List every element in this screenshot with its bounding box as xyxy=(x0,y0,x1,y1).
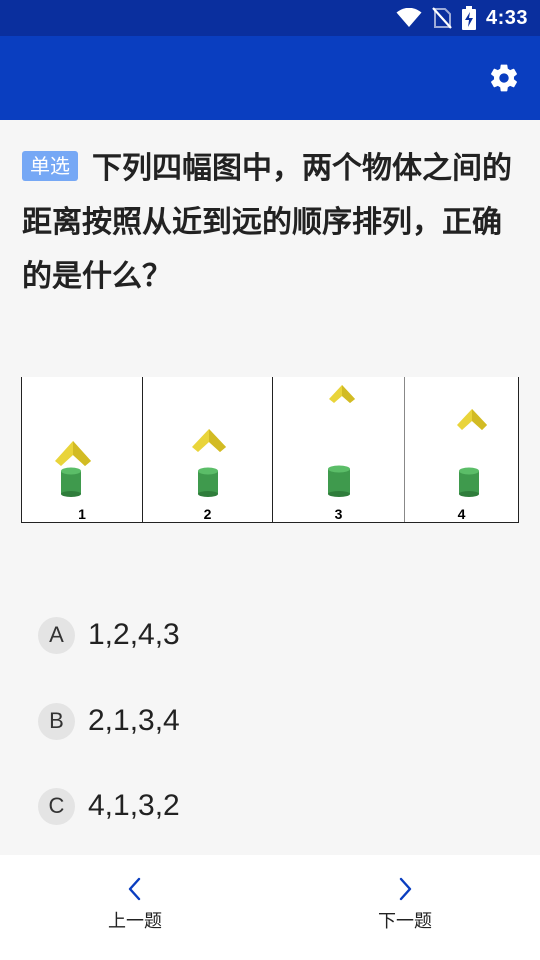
next-question-label: 下一题 xyxy=(378,911,432,932)
settings-button[interactable] xyxy=(486,60,522,96)
panel-label: 4 xyxy=(457,506,466,522)
option-letter: B xyxy=(38,702,75,740)
green-cylinder xyxy=(61,467,81,497)
figure-panel-3: 3 xyxy=(273,377,405,522)
chevron-left-icon xyxy=(128,877,141,901)
option-b[interactable]: B 2,1,3,4 xyxy=(38,701,180,741)
figure-panel-2: 2 xyxy=(143,377,273,522)
status-bar: 4:33 xyxy=(0,0,540,36)
panel-label: 2 xyxy=(203,506,212,522)
figure-panel-1: 1 xyxy=(22,377,143,522)
battery-charging-icon xyxy=(461,6,476,30)
option-letter: A xyxy=(38,616,75,654)
option-text: 2,1,3,4 xyxy=(88,704,180,737)
question-type-badge: 单选 xyxy=(22,151,78,181)
green-cylinder xyxy=(198,467,218,497)
wifi-icon xyxy=(396,8,422,27)
prev-question-label: 上一题 xyxy=(108,911,162,932)
option-text: 4,1,3,2 xyxy=(88,789,180,822)
yellow-triangle xyxy=(55,441,91,466)
prev-question-button[interactable]: 上一题 xyxy=(75,877,195,933)
option-a[interactable]: A 1,2,4,3 xyxy=(38,615,180,655)
chevron-right-icon xyxy=(399,877,412,901)
option-c[interactable]: C 4,1,3,2 xyxy=(38,786,180,826)
panel-label: 3 xyxy=(334,506,343,522)
green-cylinder xyxy=(328,465,350,497)
status-time: 4:33 xyxy=(485,6,528,29)
app-bar xyxy=(0,36,540,120)
option-letter: C xyxy=(38,787,75,825)
option-text: 1,2,4,3 xyxy=(88,618,180,651)
bottom-navigation: 上一题 下一题 xyxy=(0,855,540,960)
question-figure: 1 2 3 4 xyxy=(21,377,519,523)
next-question-button[interactable]: 下一题 xyxy=(345,877,465,933)
panel-label: 1 xyxy=(78,506,86,522)
figure-panel-4: 4 xyxy=(405,377,518,522)
green-cylinder xyxy=(459,467,479,497)
question: 单选 下列四幅图中，两个物体之间的距离按照从近到远的顺序排列，正确的是什么？ xyxy=(22,142,522,304)
question-text: 下列四幅图中，两个物体之间的距离按照从近到远的顺序排列，正确的是什么？ xyxy=(22,151,512,294)
status-icons: 4:33 xyxy=(396,6,528,30)
yellow-triangle xyxy=(457,409,487,430)
yellow-triangle xyxy=(329,385,355,403)
gear-icon xyxy=(491,64,517,92)
yellow-triangle xyxy=(192,429,226,452)
no-sim-icon xyxy=(432,7,452,29)
